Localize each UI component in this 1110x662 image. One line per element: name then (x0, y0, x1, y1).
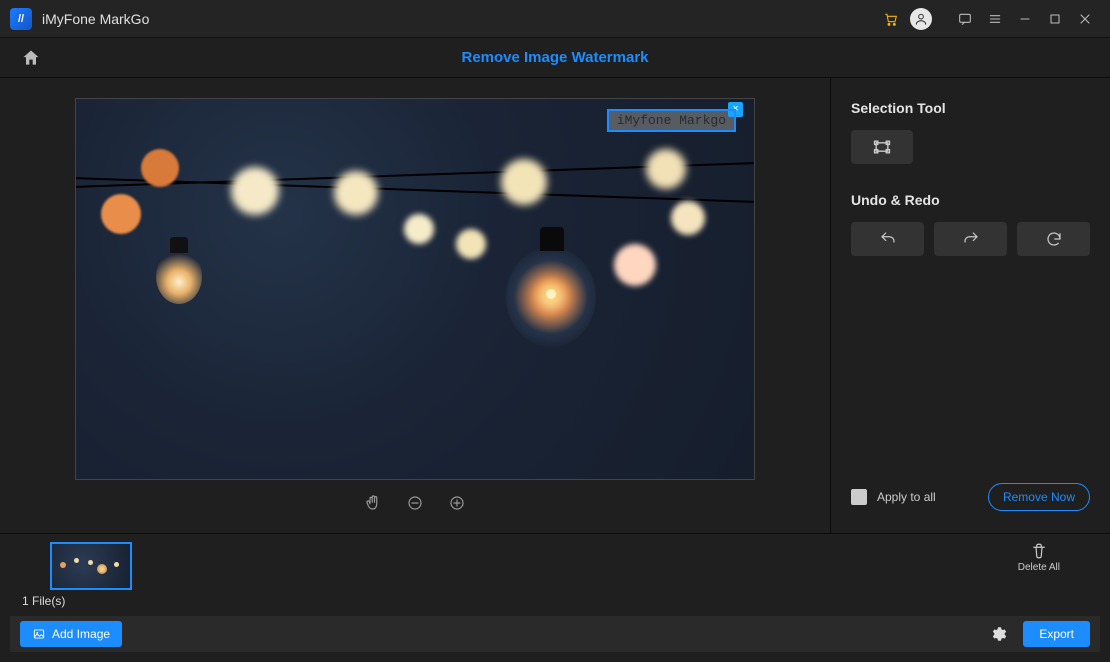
zoom-in-icon[interactable] (446, 492, 468, 514)
add-image-label: Add Image (52, 627, 110, 641)
app-title: iMyFone MarkGo (42, 11, 149, 27)
zoom-out-icon[interactable] (404, 492, 426, 514)
watermark-text: iMyfone Markgo (617, 113, 726, 128)
main-area: iMyfone Markgo ✕ Selection Tool Undo & R… (0, 78, 1110, 533)
add-image-button[interactable]: Add Image (20, 621, 122, 647)
side-panel: Selection Tool Undo & Redo Apply to all … (830, 78, 1110, 533)
image-canvas[interactable]: iMyfone Markgo ✕ (75, 98, 755, 480)
remove-now-button[interactable]: Remove Now (988, 483, 1090, 511)
selection-tool-title: Selection Tool (851, 100, 1090, 116)
rectangle-select-icon[interactable] (851, 130, 913, 164)
canvas-image (76, 99, 754, 479)
delete-all-label: Delete All (1018, 562, 1060, 573)
canvas-toolbar (362, 480, 468, 514)
app-logo: // (10, 8, 32, 30)
apply-to-all-label: Apply to all (877, 490, 936, 504)
user-icon[interactable] (906, 4, 936, 34)
canvas-area: iMyfone Markgo ✕ (0, 78, 830, 533)
footer-bar: Add Image Export (10, 616, 1100, 652)
page-title: Remove Image Watermark (18, 49, 1092, 66)
file-count: 1 File(s) (22, 594, 65, 608)
feedback-icon[interactable] (950, 4, 980, 34)
watermark-selection[interactable]: iMyfone Markgo ✕ (607, 109, 736, 132)
undo-icon[interactable] (851, 222, 924, 256)
delete-all-button[interactable]: Delete All (1018, 542, 1060, 573)
refresh-icon[interactable] (1017, 222, 1090, 256)
titlebar: // iMyFone MarkGo (0, 0, 1110, 38)
undo-redo-title: Undo & Redo (851, 192, 1090, 208)
apply-to-all-checkbox[interactable] (851, 489, 867, 505)
cart-icon[interactable] (876, 4, 906, 34)
redo-icon[interactable] (934, 222, 1007, 256)
hand-icon[interactable] (362, 492, 384, 514)
export-button[interactable]: Export (1023, 621, 1090, 647)
minimize-icon[interactable] (1010, 4, 1040, 34)
menu-icon[interactable] (980, 4, 1010, 34)
subheader: Remove Image Watermark (0, 38, 1110, 78)
thumbnail[interactable] (50, 542, 132, 590)
thumbnail-strip: Delete All (0, 533, 1110, 613)
maximize-icon[interactable] (1040, 4, 1070, 34)
gear-icon[interactable] (987, 623, 1009, 645)
close-icon[interactable] (1070, 4, 1100, 34)
